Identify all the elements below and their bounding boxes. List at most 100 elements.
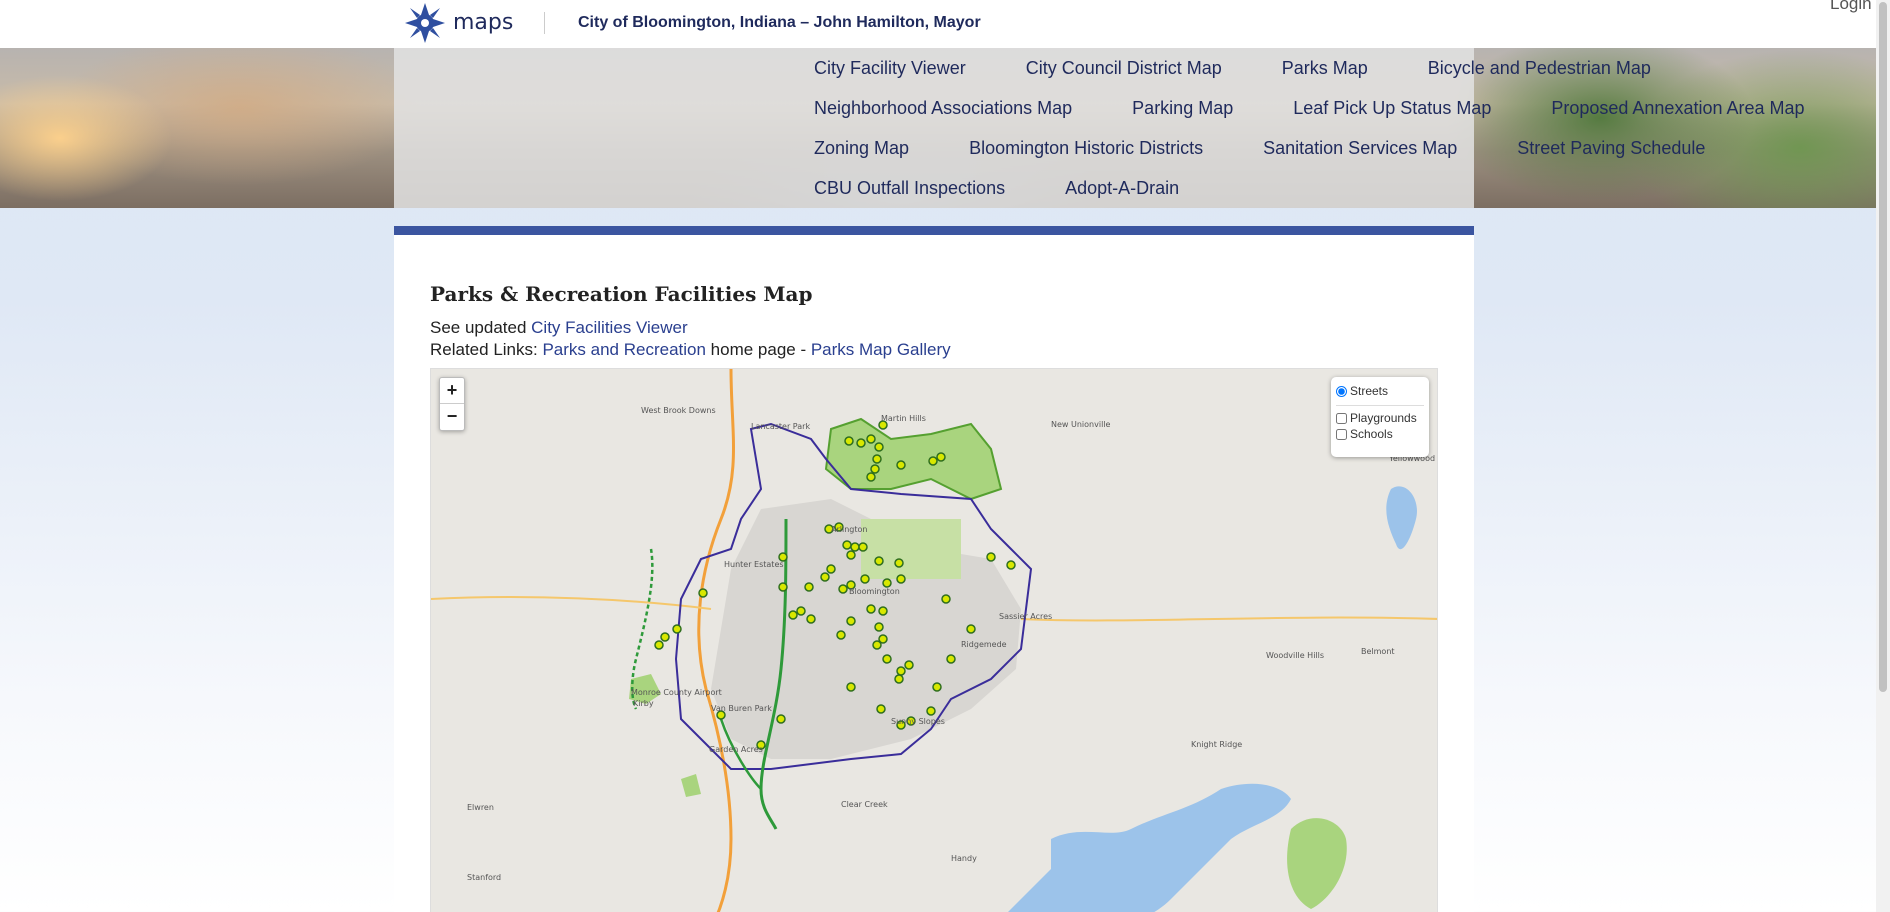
park-point[interactable] — [926, 706, 936, 716]
park-point[interactable] — [896, 574, 906, 584]
place-label: Van Buren Park — [711, 704, 772, 713]
park-point[interactable] — [788, 610, 798, 620]
park-point[interactable] — [874, 442, 884, 452]
park-point[interactable] — [986, 552, 996, 562]
park-point[interactable] — [946, 654, 956, 664]
streets-radio[interactable] — [1336, 385, 1347, 397]
park-point[interactable] — [896, 666, 906, 676]
park-point[interactable] — [858, 542, 868, 552]
zoom-in-button[interactable]: + — [440, 378, 464, 404]
park-point[interactable] — [846, 682, 856, 692]
park-point[interactable] — [804, 582, 814, 592]
page-scrollbar[interactable] — [1876, 0, 1890, 912]
nav-link[interactable]: Zoning Map — [814, 136, 909, 160]
park-point[interactable] — [866, 472, 876, 482]
login-link[interactable]: Login — [1830, 0, 1872, 14]
banner: City Facility Viewer City Council Distric… — [0, 48, 1890, 208]
nav-link[interactable]: City Council District Map — [1026, 56, 1222, 80]
nav-link[interactable]: Neighborhood Associations Map — [814, 96, 1072, 120]
nav-link[interactable]: Bicycle and Pedestrian Map — [1428, 56, 1651, 80]
top-bar: maps City of Bloomington, Indiana – John… — [0, 0, 1890, 48]
nav-link[interactable]: Bloomington Historic Districts — [969, 136, 1203, 160]
park-point[interactable] — [872, 640, 882, 650]
nav-link[interactable]: Proposed Annexation Area Map — [1551, 96, 1804, 120]
park-point[interactable] — [870, 464, 880, 474]
park-point[interactable] — [836, 630, 846, 640]
layer-playgrounds[interactable]: Playgrounds — [1336, 410, 1424, 426]
park-point[interactable] — [928, 456, 938, 466]
park-point[interactable] — [966, 624, 976, 634]
park-point[interactable] — [796, 606, 806, 616]
park-point[interactable] — [778, 582, 788, 592]
park-point[interactable] — [866, 434, 876, 444]
park-point[interactable] — [866, 604, 876, 614]
park-point[interactable] — [698, 588, 708, 598]
park-point[interactable] — [842, 540, 852, 550]
nav-row: City Facility Viewer City Council Distric… — [814, 56, 1854, 96]
zoom-out-button[interactable]: − — [440, 404, 464, 430]
place-label: Sassier Acres — [999, 612, 1052, 621]
place-label: Lancaster Park — [751, 422, 810, 431]
park-point[interactable] — [860, 574, 870, 584]
park-point[interactable] — [844, 436, 854, 446]
park-point[interactable] — [654, 640, 664, 650]
park-point[interactable] — [904, 660, 914, 670]
park-point[interactable] — [806, 614, 816, 624]
park-point[interactable] — [872, 454, 882, 464]
layer-schools-label: Schools — [1350, 427, 1393, 441]
nav-link[interactable]: Parks Map — [1282, 56, 1368, 80]
park-point[interactable] — [826, 564, 836, 574]
related-links-line: Related Links: Parks and Recreation home… — [430, 340, 951, 360]
place-label: Bloomington — [849, 587, 900, 596]
nav-link[interactable]: Leaf Pick Up Status Map — [1293, 96, 1491, 120]
place-label: Belmont — [1361, 647, 1395, 656]
schools-checkbox[interactable] — [1336, 428, 1347, 440]
park-point[interactable] — [856, 438, 866, 448]
panel-top-bar — [394, 226, 1474, 235]
park-point[interactable] — [896, 460, 906, 470]
parks-recreation-link[interactable]: Parks and Recreation — [542, 340, 705, 359]
park-point[interactable] — [874, 556, 884, 566]
park-point[interactable] — [846, 550, 856, 560]
park-point[interactable] — [846, 616, 856, 626]
parks-map[interactable]: West Brook Downs Lancaster Park Martin Hil… — [430, 368, 1438, 912]
place-label: Knight Ridge — [1191, 740, 1242, 749]
nav-link[interactable]: Parking Map — [1132, 96, 1233, 120]
logo-text[interactable]: maps — [453, 10, 513, 35]
park-point[interactable] — [941, 594, 951, 604]
related-middle: home page - — [705, 340, 811, 359]
park-point[interactable] — [894, 558, 904, 568]
map-canvas[interactable]: West Brook Downs Lancaster Park Martin Hil… — [431, 369, 1438, 912]
park-point[interactable] — [874, 622, 884, 632]
park-point[interactable] — [850, 542, 860, 552]
layer-streets[interactable]: Streets — [1336, 383, 1424, 399]
park-point[interactable] — [776, 714, 786, 724]
see-updated-line: See updated City Facilities Viewer — [430, 318, 688, 338]
park-point[interactable] — [876, 704, 886, 714]
layer-schools[interactable]: Schools — [1336, 426, 1424, 442]
playgrounds-checkbox[interactable] — [1336, 412, 1347, 424]
city-logo-icon[interactable] — [404, 2, 446, 44]
park-point[interactable] — [882, 654, 892, 664]
place-label: Ridgemede — [961, 640, 1007, 649]
map-nav: City Facility Viewer City Council Distric… — [814, 56, 1854, 216]
park-point[interactable] — [936, 452, 946, 462]
park-point[interactable] — [894, 674, 904, 684]
park-point[interactable] — [932, 682, 942, 692]
park-point[interactable] — [838, 584, 848, 594]
park-point[interactable] — [882, 578, 892, 588]
park-point[interactable] — [820, 572, 830, 582]
nav-link[interactable]: Sanitation Services Map — [1263, 136, 1457, 160]
city-facilities-viewer-link[interactable]: City Facilities Viewer — [531, 318, 688, 337]
parks-map-gallery-link[interactable]: Parks Map Gallery — [811, 340, 951, 359]
nav-link[interactable]: Adopt-A-Drain — [1065, 176, 1179, 200]
nav-link[interactable]: Street Paving Schedule — [1517, 136, 1705, 160]
place-label: Monroe County Airport — [631, 688, 722, 697]
nav-link[interactable]: CBU Outfall Inspections — [814, 176, 1005, 200]
park-point[interactable] — [1006, 560, 1016, 570]
park-point[interactable] — [672, 624, 682, 634]
park-point[interactable] — [660, 632, 670, 642]
nav-link[interactable]: City Facility Viewer — [814, 56, 966, 80]
park-point[interactable] — [878, 606, 888, 616]
scrollbar-thumb[interactable] — [1879, 2, 1887, 692]
